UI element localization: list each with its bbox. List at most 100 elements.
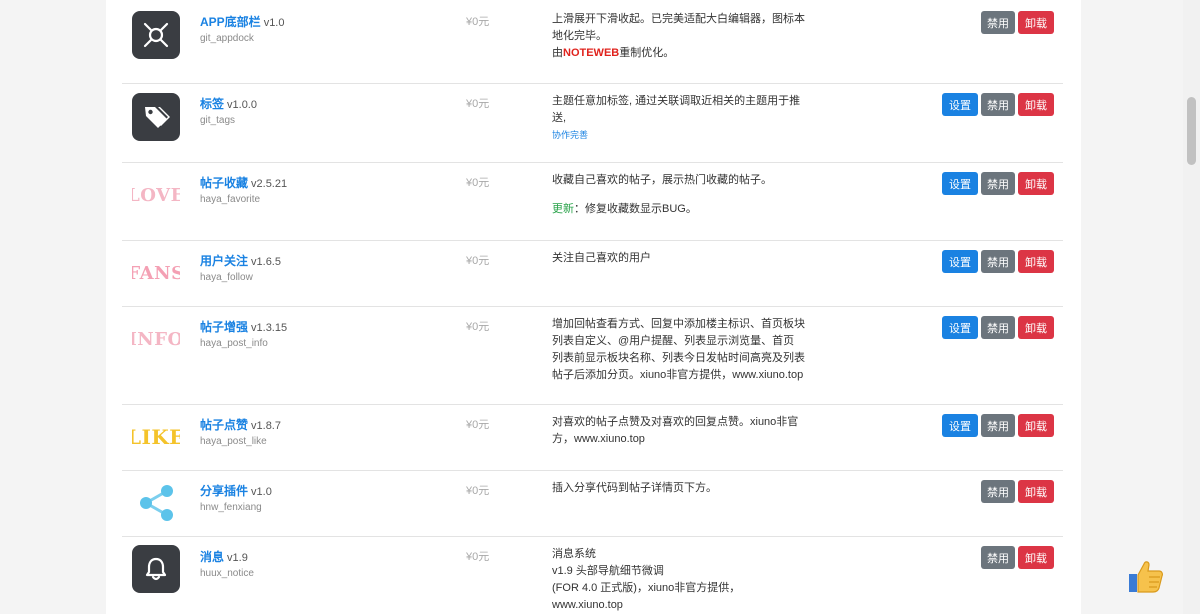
plugin-row: FANS 用户关注 v1.6.5 haya_follow ¥0元 关注自己喜欢的用… [122,240,1063,306]
settings-button[interactable]: 设置 [942,316,978,339]
plugin-id: git_appdock [200,33,254,44]
logo-text: INFO [132,328,180,350]
plugin-actions: 禁用 卸载 [981,11,1054,34]
plugin-name-link[interactable]: 用户关注 [200,254,248,268]
scrollbar-thumb[interactable] [1187,97,1196,165]
desc-line: 由NOTEWEB重制优化。 [552,45,844,62]
uninstall-button[interactable]: 卸载 [1018,250,1054,273]
desc-line: 关注自己喜欢的用户 [552,252,651,264]
desc-suffix: 重制优化。 [619,47,675,59]
plugin-description: 上滑展开下滑收起。已完美适配大白编辑器，图标本 地化完毕。 由NOTEWEB重制… [552,11,844,62]
plugin-name-link[interactable]: APP底部栏 [200,15,261,29]
desc-line: v1.9 头部导航细节微调 [552,565,664,577]
plugin-row: 标签 v1.0.0 git_tags ¥0元 主题任意加标签, 通过关联调取近相关… [122,83,1063,162]
plugin-actions: 设置 禁用 卸载 [942,316,1054,339]
thumbs-up-icon[interactable] [1125,554,1167,596]
desc-line: (FOR 4.0 正式版)，xiuno非官方提供， [552,582,741,594]
vertical-scrollbar[interactable] [1183,0,1200,614]
plugin-name-link[interactable]: 消息 [200,550,224,564]
disable-button[interactable]: 禁用 [981,172,1015,195]
plugin-actions: 设置 禁用 卸载 [942,414,1054,437]
disable-button[interactable]: 禁用 [981,93,1015,116]
desc-line: 增加回帖查看方式、回复中添加楼主标识、首页板块 [552,318,805,330]
share-icon [132,479,180,527]
plugin-price: ¥0元 [466,551,490,563]
plugin-row: LOVE 帖子收藏 v2.5.21 haya_favorite ¥0元 收藏自己喜… [122,162,1063,240]
logo-text: LIKE [132,425,180,449]
desc-line: 上滑展开下滑收起。已完美适配大白编辑器，图标本 [552,13,805,25]
plugin-id: git_tags [200,115,236,126]
plugin-price: ¥0元 [466,16,490,28]
desc-line: 列表前显示板块名称、列表今日发帖时间高亮及列表 [552,352,805,364]
plugin-name-cell: 分享插件 v1.0 hnw_fenxiang [200,482,272,513]
plugin-name-cell: APP底部栏 v1.0 git_appdock [200,13,284,44]
plugin-name-link[interactable]: 标签 [200,97,224,111]
update-label: 更新 [552,203,574,215]
desc-line: 主题任意加标签, 通过关联调取近相关的主题用于推 [552,95,801,107]
disable-button[interactable]: 禁用 [981,11,1015,34]
plugin-price: ¥0元 [466,419,490,431]
plugin-name-link[interactable]: 帖子收藏 [200,176,248,190]
plugin-id: haya_post_like [200,436,267,447]
plugin-description: 主题任意加标签, 通过关联调取近相关的主题用于推 送, 协作完善 [552,93,844,142]
logo-text: LOVE [132,184,180,206]
disable-button[interactable]: 禁用 [981,546,1015,569]
plugin-name-cell: 帖子增强 v1.3.15 haya_post_info [200,318,287,349]
disable-button[interactable]: 禁用 [981,480,1015,503]
plugin-name-link[interactable]: 帖子点赞 [200,418,248,432]
plugin-name-cell: 消息 v1.9 huux_notice [200,548,254,579]
settings-button[interactable]: 设置 [942,414,978,437]
dock-icon [132,11,180,59]
desc-sub-link[interactable]: 协作完善 [552,128,844,142]
desc-line: 消息系统 [552,548,596,560]
desc-line: www.xiuno.top [552,599,623,611]
desc-prefix: 由 [552,47,563,59]
plugin-row: 消息 v1.9 huux_notice ¥0元 消息系统 v1.9 头部导航细节微… [122,536,1063,614]
desc-line: 插入分享代码到帖子详情页下方。 [552,482,717,494]
update-note: 更新：修复收藏数显示BUG。 [552,201,844,218]
uninstall-button[interactable]: 卸载 [1018,93,1054,116]
plugin-name-cell: 标签 v1.0.0 git_tags [200,95,257,126]
love-logo: LOVE [132,171,180,219]
plugin-list-card: APP底部栏 v1.0 git_appdock ¥0元 上滑展开下滑收起。已完美适… [106,0,1081,614]
plugin-version: v2.5.21 [251,178,288,190]
settings-button[interactable]: 设置 [942,250,978,273]
plugin-description: 收藏自己喜欢的帖子，展示热门收藏的帖子。 更新：修复收藏数显示BUG。 [552,172,844,218]
plugin-id: haya_favorite [200,194,261,205]
uninstall-button[interactable]: 卸载 [1018,480,1054,503]
plugin-name-link[interactable]: 分享插件 [200,484,248,498]
plugin-actions: 设置 禁用 卸载 [942,93,1054,116]
plugin-version: v1.9 [227,552,248,564]
desc-line: 方，www.xiuno.top [552,433,645,445]
uninstall-button[interactable]: 卸载 [1018,546,1054,569]
desc-line: 送, [552,112,567,124]
plugin-version: v1.8.7 [251,420,281,432]
disable-button[interactable]: 禁用 [981,316,1015,339]
disable-button[interactable]: 禁用 [981,250,1015,273]
plugin-id: huux_notice [200,568,254,579]
plugin-description: 增加回帖查看方式、回复中添加楼主标识、首页板块 列表自定义、@用户提醒、列表显示… [552,316,844,384]
uninstall-button[interactable]: 卸载 [1018,11,1054,34]
settings-button[interactable]: 设置 [942,93,978,116]
plugin-version: v1.3.15 [251,322,288,334]
bell-icon [132,545,180,593]
update-text: ：修复收藏数显示BUG。 [574,203,697,215]
uninstall-button[interactable]: 卸载 [1018,414,1054,437]
disable-button[interactable]: 禁用 [981,414,1015,437]
plugin-actions: 设置 禁用 卸载 [942,172,1054,195]
desc-highlight: NOTEWEB [563,47,620,59]
settings-button[interactable]: 设置 [942,172,978,195]
plugin-price: ¥0元 [466,255,490,267]
plugin-name-link[interactable]: 帖子增强 [200,320,248,334]
plugin-description: 插入分享代码到帖子详情页下方。 [552,480,844,497]
plugin-price: ¥0元 [466,321,490,333]
plugin-id: haya_post_info [200,338,268,349]
tag-icon [132,93,180,141]
desc-line: 地化完毕。 [552,30,607,42]
uninstall-button[interactable]: 卸载 [1018,316,1054,339]
logo-text: FANS [132,262,180,284]
plugin-price: ¥0元 [466,485,490,497]
desc-line: 收藏自己喜欢的帖子，展示热门收藏的帖子。 [552,174,772,186]
uninstall-button[interactable]: 卸载 [1018,172,1054,195]
plugin-price: ¥0元 [466,177,490,189]
